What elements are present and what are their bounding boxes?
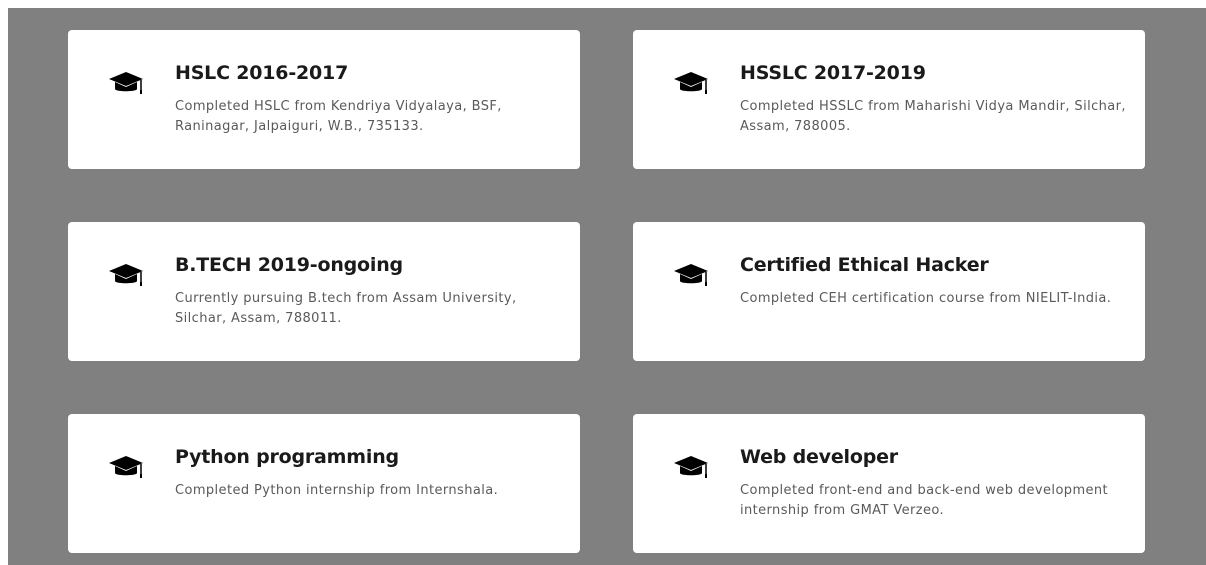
card-description: Completed Python internship from Interns… [175, 483, 499, 498]
education-section: HSLC 2016-2017 Completed HSLC from Kendr… [8, 8, 1206, 565]
card-title: B.TECH 2019-ongoing [175, 254, 403, 276]
graduation-cap-icon [674, 456, 708, 478]
card-title: Python programming [175, 446, 399, 468]
education-card: HSLC 2016-2017 Completed HSLC from Kendr… [68, 30, 580, 169]
education-card: Web developer Completed front-end and ba… [633, 414, 1145, 553]
card-description: Completed HSSLC from Maharishi Vidya Man… [740, 99, 1126, 134]
graduation-cap-icon [109, 72, 143, 94]
card-description: Completed front-end and back-end web dev… [740, 483, 1109, 518]
card-title: HSSLC 2017-2019 [740, 62, 926, 84]
education-card: HSSLC 2017-2019 Completed HSSLC from Mah… [633, 30, 1145, 169]
graduation-cap-icon [674, 264, 708, 286]
card-title: Certified Ethical Hacker [740, 254, 989, 276]
card-title: HSLC 2016-2017 [175, 62, 349, 84]
education-card: Python programming Completed Python inte… [68, 414, 580, 553]
education-grid: HSLC 2016-2017 Completed HSLC from Kendr… [68, 30, 1145, 553]
graduation-cap-icon [674, 72, 708, 94]
card-description: Currently pursuing B.tech from Assam Uni… [175, 291, 517, 326]
education-card: B.TECH 2019-ongoing Currently pursuing B… [68, 222, 580, 361]
card-title: Web developer [740, 446, 898, 468]
graduation-cap-icon [109, 264, 143, 286]
card-description: Completed HSLC from Kendriya Vidyalaya, … [175, 99, 502, 134]
education-card: Certified Ethical Hacker Completed CEH c… [633, 222, 1145, 361]
graduation-cap-icon [109, 456, 143, 478]
card-description: Completed CEH certification course from … [740, 291, 1112, 306]
